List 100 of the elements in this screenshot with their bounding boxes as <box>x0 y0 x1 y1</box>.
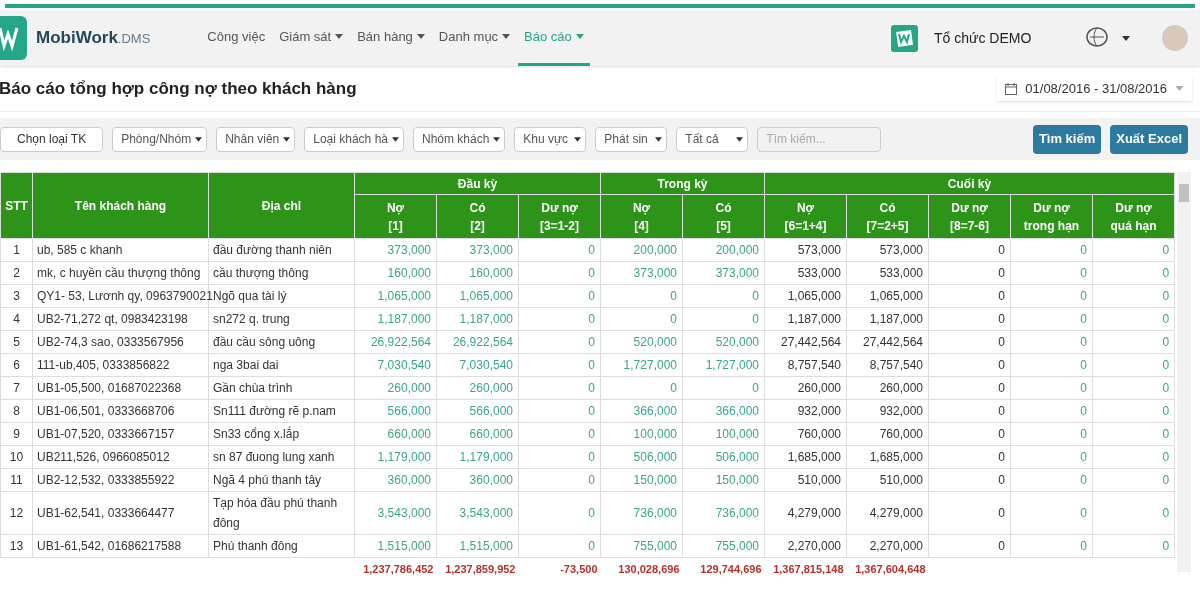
table-cell: 0 <box>518 307 601 331</box>
table-cell: 0 <box>1010 399 1093 423</box>
date-range-picker[interactable]: 01/08/2016 - 31/08/2016 <box>997 76 1192 101</box>
table-cell: 0 <box>600 307 683 331</box>
table-cell: UB1-07,520, 0333667157 <box>32 422 209 446</box>
account-type-button[interactable]: Chọn loại TK <box>0 126 104 152</box>
filter-select[interactable]: Nhân viên <box>216 126 296 152</box>
table-cell: 1,515,000 <box>354 534 437 558</box>
search-button[interactable]: Tìm kiếm <box>1032 124 1102 154</box>
table-cell: 27,442,564 <box>764 330 847 354</box>
table-cell: 0 <box>682 376 765 400</box>
table-cell: UB1-06,501, 0333668706 <box>32 399 209 423</box>
table-cell: 373,000 <box>436 238 519 262</box>
table-cell: 0 <box>600 376 683 400</box>
filter-select[interactable]: Tất cả <box>676 126 749 152</box>
table-cell: 660,000 <box>354 422 437 446</box>
table-cell: sn 87 đuong lung xanh <box>208 445 355 469</box>
column-header: Dư nợ [3=1-2] <box>518 194 601 239</box>
column-header: Nợ [6=1+4] <box>764 194 847 239</box>
table-cell: 0 <box>928 330 1011 354</box>
column-header: Tên khách hàng <box>32 172 209 239</box>
table-cell: 533,000 <box>846 261 929 285</box>
table-cell: 0 <box>518 491 601 535</box>
table-cell: 1,515,000 <box>436 534 519 558</box>
table-cell: 0 <box>1010 376 1093 400</box>
total-cell: 130,028,696 <box>600 557 683 580</box>
nav-item[interactable]: Bán hàng <box>351 10 431 66</box>
caret-icon <box>1175 86 1184 91</box>
table-cell: 533,000 <box>764 261 847 285</box>
group-header: Cuối kỳ <box>764 172 1175 195</box>
table-cell: 0 <box>518 399 601 423</box>
table-cell: 0 <box>1010 330 1093 354</box>
table-cell: 373,000 <box>600 261 683 285</box>
caret-icon <box>655 136 663 142</box>
table-cell: 573,000 <box>764 238 847 262</box>
table-cell: 566,000 <box>436 399 519 423</box>
table-cell: 0 <box>1010 238 1093 262</box>
table-cell: 0 <box>1010 422 1093 446</box>
nav-item[interactable]: Danh mục <box>432 10 517 66</box>
filter-select[interactable]: Loại khách hà <box>304 126 404 152</box>
table-cell: 8,757,540 <box>764 353 847 377</box>
table-cell: 760,000 <box>846 422 929 446</box>
table-cell: 260,000 <box>436 376 519 400</box>
table-cell: Tạp hóa đầu phú thanh đông <box>208 491 355 535</box>
table-cell: 0 <box>1092 261 1175 285</box>
table-cell: 0 <box>518 468 601 492</box>
filter-select[interactable]: Khu vực <box>514 126 587 152</box>
filter-select[interactable]: Phát sin <box>595 126 668 152</box>
filter-select[interactable]: Nhóm khách <box>413 126 506 152</box>
table-cell: 0 <box>1010 353 1093 377</box>
table-cell: 932,000 <box>846 399 929 423</box>
table-cell: 0 <box>518 422 601 446</box>
table-cell: 0 <box>518 238 601 262</box>
column-header: Dư nợ [8=7-6] <box>928 194 1011 239</box>
search-field[interactable]: Tìm kiếm... <box>757 126 882 152</box>
nav-item[interactable]: Giám sát <box>273 10 350 66</box>
export-button[interactable]: Xuất Excel <box>1110 124 1188 154</box>
table-cell: 0 <box>518 534 601 558</box>
table-cell: 100,000 <box>600 422 683 446</box>
table-cell: 366,000 <box>600 399 683 423</box>
table-cell: 0 <box>928 468 1011 492</box>
calendar-icon <box>1005 82 1018 95</box>
table-cell: 11 <box>0 468 33 492</box>
total-cell: 1,237,786,452 <box>354 557 437 580</box>
column-header: STT <box>0 172 33 239</box>
total-cell: 1,237,859,952 <box>436 557 519 580</box>
table-cell: 1,727,000 <box>600 353 683 377</box>
table-cell: 360,000 <box>354 468 437 492</box>
table-cell: 506,000 <box>682 445 765 469</box>
nav-item[interactable]: Công việc <box>201 10 272 66</box>
table-cell: 736,000 <box>682 491 765 535</box>
table-cell: 0 <box>928 491 1011 535</box>
table-cell: nga 3bai dai <box>208 353 355 377</box>
table-cell: 200,000 <box>600 238 683 262</box>
table-cell: 760,000 <box>764 422 847 446</box>
table-cell: 1,727,000 <box>682 353 765 377</box>
table-cell: 0 <box>1092 422 1175 446</box>
table-cell: 366,000 <box>682 399 765 423</box>
table-cell: 0 <box>928 284 1011 308</box>
table-cell: 360,000 <box>436 468 519 492</box>
table-cell: 0 <box>928 376 1011 400</box>
table-cell: 0 <box>1092 445 1175 469</box>
filter-select[interactable]: Phòng/Nhóm <box>112 126 208 152</box>
table-cell: 7 <box>0 376 33 400</box>
table-cell: 0 <box>518 261 601 285</box>
total-cell: 1,367,815,148 <box>764 557 847 580</box>
table-cell: 0 <box>1010 534 1093 558</box>
table-cell: ub, 585 c khanh <box>32 238 209 262</box>
table-cell: 0 <box>1010 307 1093 331</box>
table-cell: 373,000 <box>682 261 765 285</box>
brand-name: MobiWork.DMS <box>36 27 151 50</box>
table-cell: UB2-12,532, 0333855922 <box>32 468 209 492</box>
group-header: Đầu kỳ <box>354 172 601 195</box>
table-cell: Gần chùa trình <box>208 376 355 400</box>
column-header: Dư nợ quá hạn <box>1092 194 1175 239</box>
table-cell: 1,179,000 <box>436 445 519 469</box>
scrollbar[interactable] <box>1177 172 1192 572</box>
avatar[interactable] <box>1162 25 1188 51</box>
table-cell: 520,000 <box>682 330 765 354</box>
table-cell: 0 <box>1092 238 1175 262</box>
